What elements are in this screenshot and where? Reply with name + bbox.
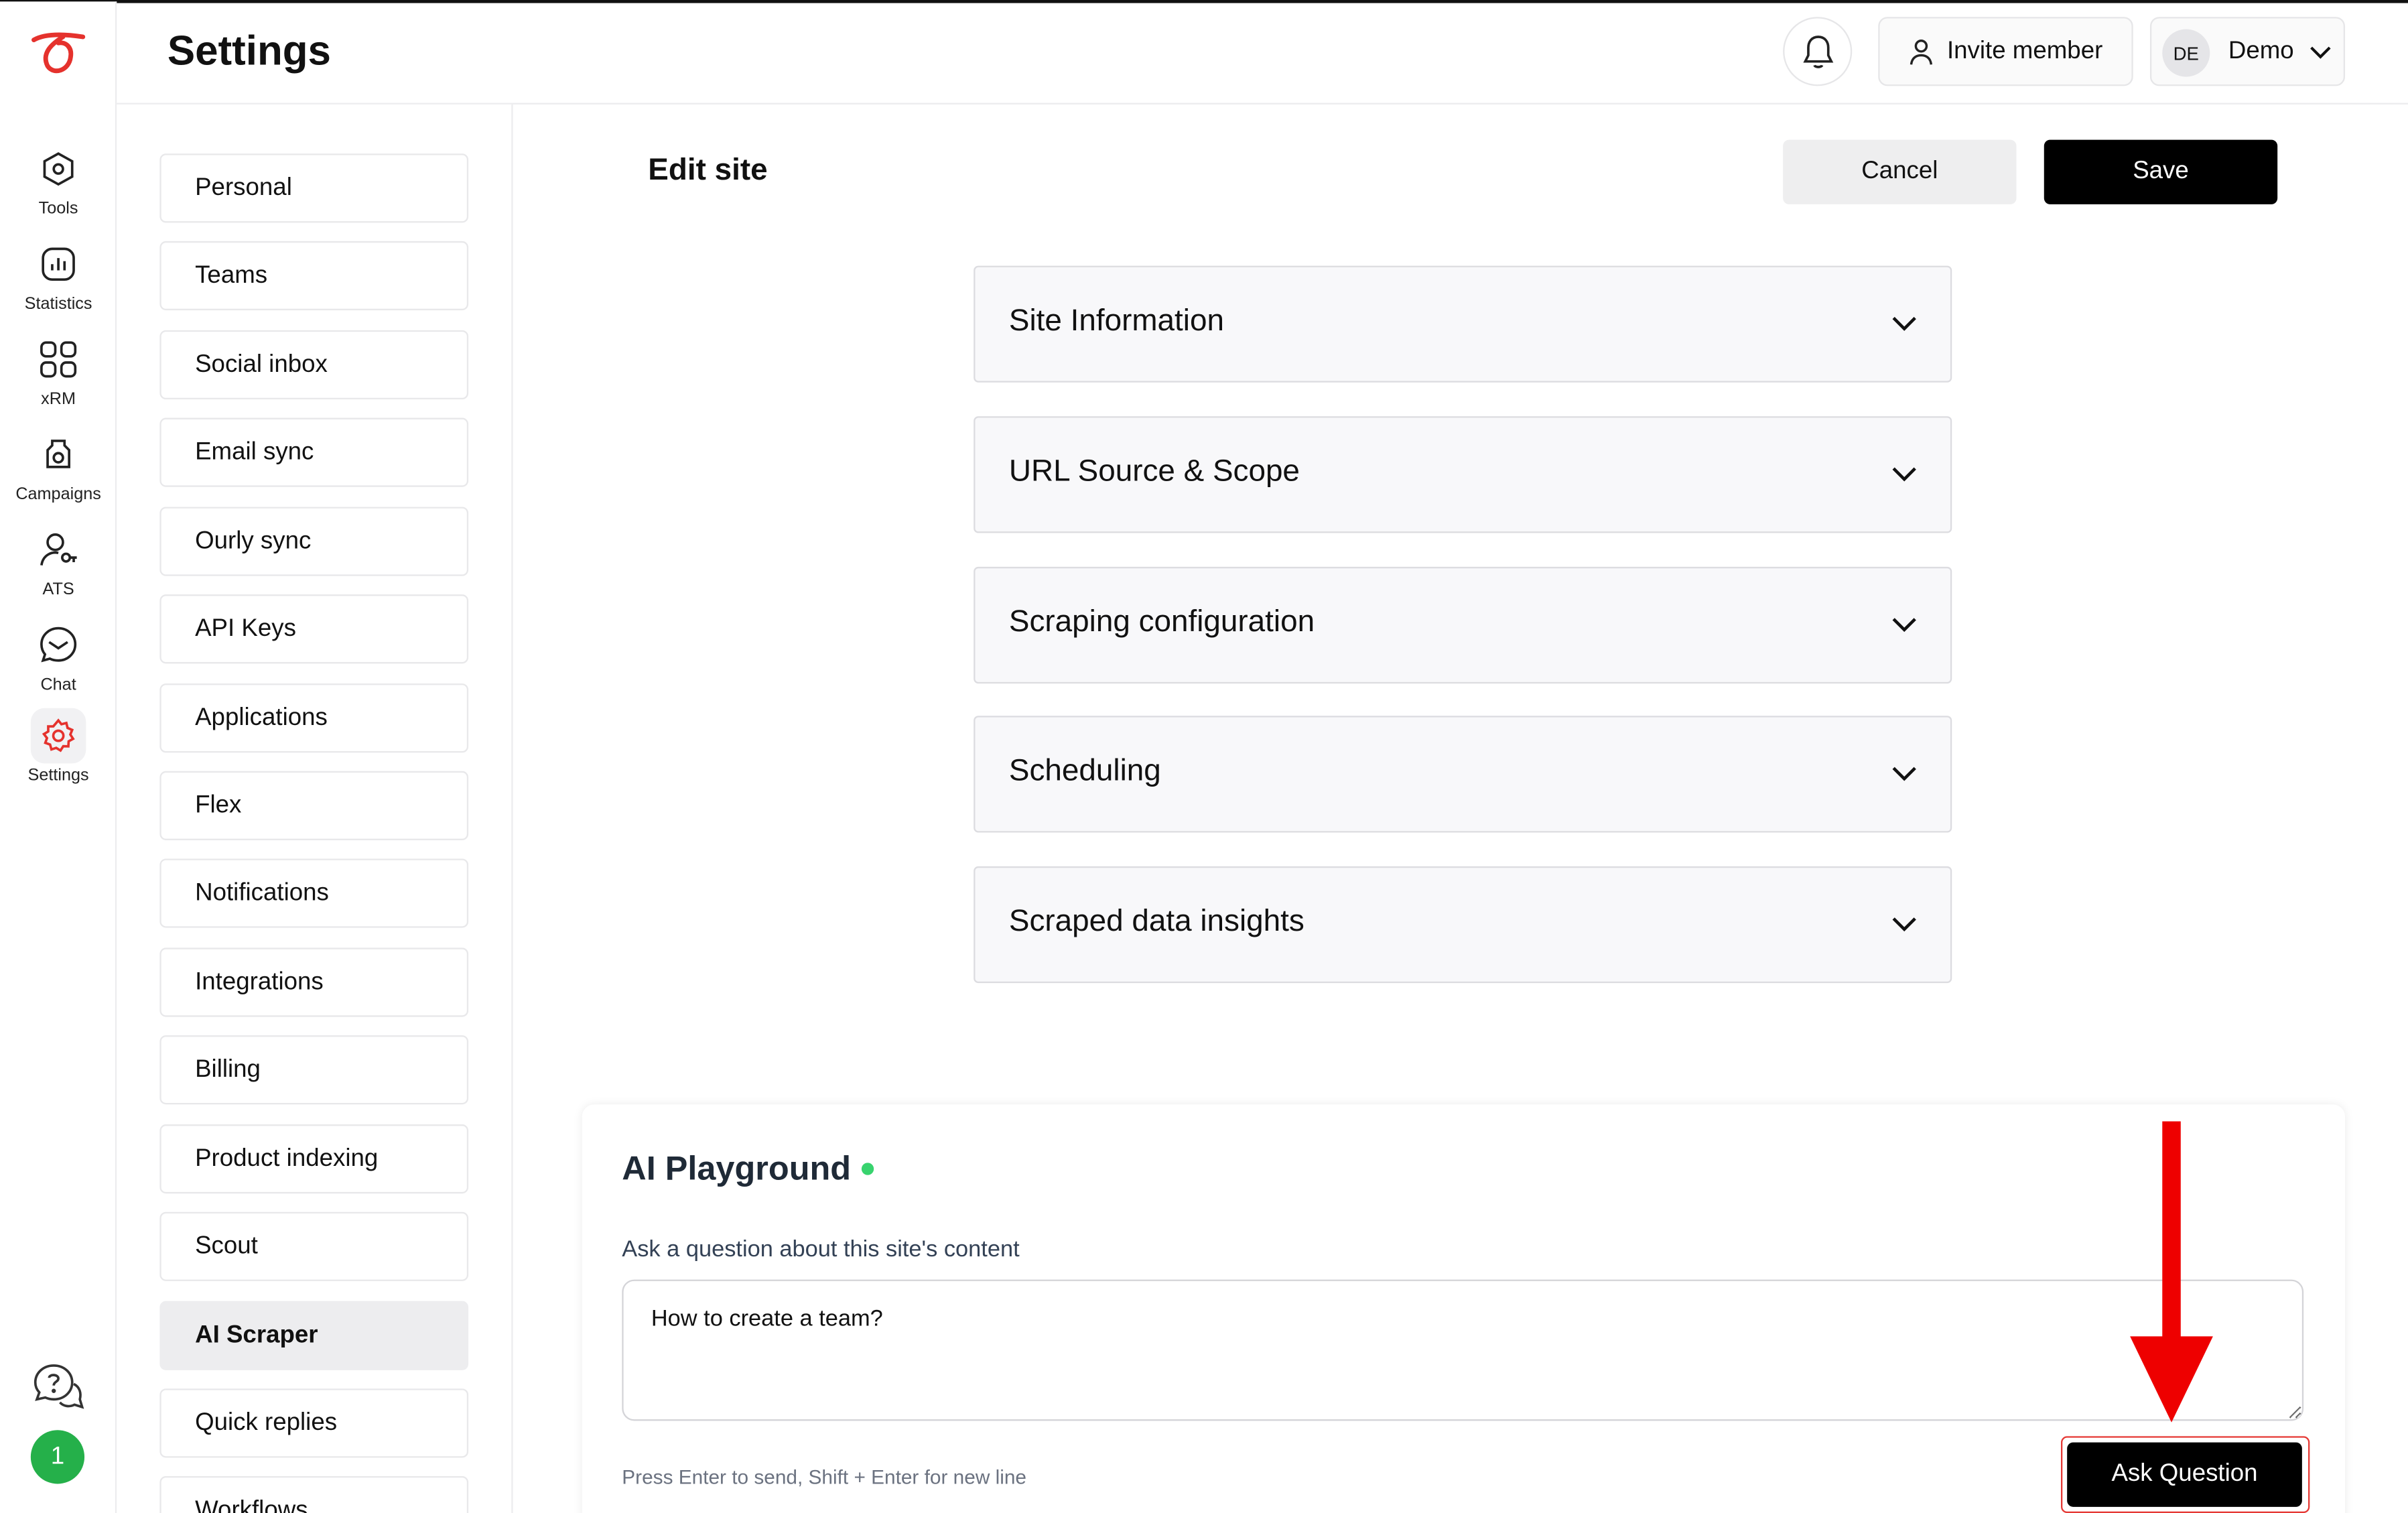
ask-question-highlight: Ask Question [2060, 1436, 2310, 1513]
rail-label: xRM [41, 390, 76, 409]
settings-nav-social-inbox[interactable]: Social inbox [159, 330, 469, 400]
section-scraped-data-insights[interactable]: Scraped data insights [974, 866, 1952, 984]
notification-count-badge[interactable]: 1 [30, 1430, 85, 1484]
settings-nav-teams[interactable]: Teams [159, 241, 469, 311]
megaphone-icon [31, 427, 86, 482]
chevron-down-icon [1892, 316, 1916, 331]
settings-nav-integrations[interactable]: Integrations [159, 947, 469, 1017]
input-hint: Press Enter to send, Shift + Enter for n… [622, 1465, 1027, 1489]
section-title: Site Information [1008, 304, 1224, 338]
settings-nav-notifications[interactable]: Notifications [159, 858, 469, 928]
settings-nav-workflows[interactable]: Workflows [159, 1475, 469, 1513]
rail-item-ats[interactable]: ATS [0, 522, 117, 614]
settings-nav-api-keys[interactable]: API Keys [159, 594, 469, 664]
chevron-down-icon [1892, 917, 1916, 932]
settings-nav-flex[interactable]: Flex [159, 771, 469, 840]
section-url-source-scope[interactable]: URL Source & Scope [974, 416, 1952, 533]
section-scheduling[interactable]: Scheduling [974, 716, 1952, 833]
cancel-button[interactable]: Cancel [1783, 139, 2017, 204]
section-scraping-configuration[interactable]: Scraping configuration [974, 566, 1952, 684]
rail-label: Chat [40, 675, 76, 695]
rail-item-chat[interactable]: Chat [0, 618, 117, 710]
page-title: Settings [167, 27, 331, 74]
rail-label: ATS [42, 580, 74, 600]
rail-label: Tools [38, 200, 78, 218]
section-title: URL Source & Scope [1008, 454, 1300, 488]
red-arrow-annotation-icon [2130, 1121, 2213, 1423]
edit-site-title: Edit site [648, 153, 768, 188]
section-title: Scraping configuration [1008, 605, 1315, 639]
settings-nav-product-indexing[interactable]: Product indexing [159, 1124, 469, 1194]
ai-playground-title: AI Playground [622, 1148, 852, 1188]
user-name: Demo [2228, 38, 2294, 65]
rail-label: Settings [27, 766, 89, 785]
app-root: Tools Statistics xRM Campaigns ATS Chat … [0, 0, 2408, 1513]
settings-nav-scout[interactable]: Scout [159, 1211, 469, 1281]
gear-icon [30, 708, 86, 764]
settings-nav-billing[interactable]: Billing [159, 1035, 469, 1105]
help-chat-icon[interactable] [31, 1361, 86, 1417]
settings-nav-applications[interactable]: Applications [159, 683, 469, 753]
save-button[interactable]: Save [2044, 139, 2278, 204]
rail-label: Statistics [24, 295, 92, 314]
grid-icon [31, 332, 86, 387]
chevron-down-icon [1892, 618, 1916, 633]
chat-bubble-icon [31, 618, 86, 673]
settings-nav-quick-replies[interactable]: Quick replies [159, 1388, 469, 1458]
question-input[interactable]: How to create a team? [622, 1279, 2304, 1421]
user-menu-button[interactable]: DE Demo [2149, 17, 2346, 86]
bell-icon [1802, 35, 1833, 68]
rail-item-statistics[interactable]: Statistics [0, 237, 117, 329]
status-dot-icon [861, 1163, 874, 1175]
invite-member-label: Invite member [1946, 38, 2103, 64]
chevron-down-icon [2310, 46, 2331, 59]
chevron-down-icon [1892, 467, 1916, 482]
rail-label: Campaigns [15, 485, 101, 504]
settings-nav-personal[interactable]: Personal [159, 153, 469, 223]
settings-nav: Personal Teams Social inbox Email sync O… [117, 104, 513, 1513]
hexagon-tools-icon [31, 141, 86, 197]
question-label: Ask a question about this site's content [622, 1236, 1020, 1263]
user-key-icon [31, 522, 86, 578]
rail-item-tools[interactable]: Tools [0, 141, 117, 234]
invite-member-button[interactable]: Invite member [1878, 17, 2133, 86]
section-title: Scheduling [1008, 754, 1161, 789]
avatar: DE [2162, 29, 2210, 77]
settings-nav-ai-scraper[interactable]: AI Scraper [159, 1301, 469, 1370]
window-top-border [0, 0, 2408, 3]
rail-item-campaigns[interactable]: Campaigns [0, 427, 117, 519]
settings-nav-email-sync[interactable]: Email sync [159, 417, 469, 487]
rail-item-settings[interactable]: Settings [0, 708, 117, 801]
ai-playground-panel: AI Playground Ask a question about this … [582, 1104, 2346, 1513]
chevron-down-icon [1892, 767, 1916, 781]
section-title: Scraped data insights [1008, 905, 1305, 939]
settings-nav-ourly-sync[interactable]: Ourly sync [159, 507, 469, 576]
section-site-information[interactable]: Site Information [974, 265, 1952, 383]
notifications-button[interactable] [1783, 17, 1853, 86]
rail-item-xrm[interactable]: xRM [0, 332, 117, 424]
bar-chart-icon [31, 237, 86, 292]
user-icon [1910, 38, 1932, 64]
brand-logo-icon[interactable] [29, 29, 88, 78]
ask-question-button[interactable]: Ask Question [2067, 1442, 2302, 1507]
app-rail: Tools Statistics xRM Campaigns ATS Chat … [0, 1, 117, 1513]
